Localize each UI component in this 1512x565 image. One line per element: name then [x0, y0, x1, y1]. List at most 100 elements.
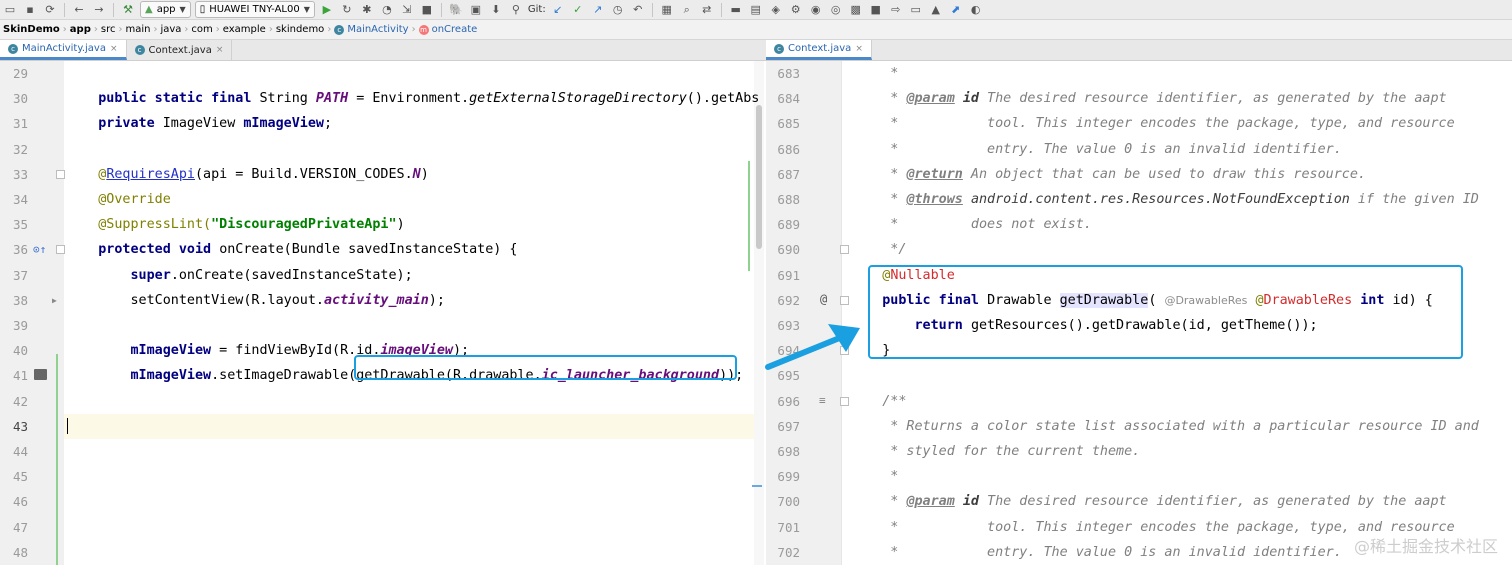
fold-marker[interactable]: [56, 169, 65, 179]
close-icon[interactable]: ×: [110, 44, 118, 54]
fold-arrow-icon[interactable]: ▶: [52, 296, 57, 305]
open-folder-icon[interactable]: ▭: [2, 2, 18, 18]
forward-arrow-icon[interactable]: →: [91, 2, 107, 18]
project-structure-icon[interactable]: ▦: [659, 2, 675, 18]
close-icon[interactable]: ×: [855, 44, 863, 54]
hammer-icon[interactable]: ⚒: [120, 2, 136, 18]
breadcrumb-label: java: [160, 24, 182, 35]
line-number: 29: [12, 66, 28, 81]
breadcrumb-item-skindemo[interactable]: skindemo: [273, 24, 327, 35]
breadcrumb-item-example[interactable]: example: [220, 24, 269, 35]
apply-changes-icon[interactable]: ↻: [339, 2, 355, 18]
plugin-icon-6[interactable]: ◎: [828, 2, 844, 18]
plugin-icon-11[interactable]: ▲: [928, 2, 944, 18]
line-number: 38: [12, 292, 28, 308]
line-number: 41: [12, 368, 28, 384]
left-scroll-thumb[interactable]: [756, 105, 762, 249]
image-preview-icon[interactable]: [34, 369, 47, 381]
fold-marker[interactable]: [840, 346, 849, 356]
line-number: 686: [777, 141, 800, 157]
line-number: 36: [12, 242, 28, 258]
run-config-dropdown[interactable]: ▲ app ▼: [140, 1, 191, 18]
left-tab-bar: c MainActivity.java × c Context.java ×: [0, 40, 766, 61]
code-line: * entry. The value 0 is an invalid ident…: [850, 540, 1342, 565]
tab-context-java[interactable]: c Context.java ×: [766, 40, 872, 60]
plugin-icon-13[interactable]: ◐: [968, 2, 984, 18]
breadcrumb-item-oncreate[interactable]: m onCreate: [416, 24, 481, 35]
plugin-icon-8[interactable]: ■: [868, 2, 884, 18]
breadcrumb-item-mainactivity[interactable]: c MainActivity: [331, 24, 411, 35]
plugin-icon-9[interactable]: ⇨: [888, 2, 904, 18]
plugin-icon-5[interactable]: ◉: [808, 2, 824, 18]
plugin-icon-4[interactable]: ⚙: [788, 2, 804, 18]
sdk-manager-icon[interactable]: ⬇: [488, 2, 504, 18]
breadcrumb-label: onCreate: [431, 24, 478, 35]
annotation-gutter-icon[interactable]: @: [820, 292, 827, 306]
breadcrumb-item-app[interactable]: app: [67, 24, 94, 35]
vcs-update-icon[interactable]: ↙: [550, 2, 566, 18]
vcs-push-icon[interactable]: ↗: [590, 2, 606, 18]
tab-mainactivity-java[interactable]: c MainActivity.java ×: [0, 40, 127, 60]
profile-icon[interactable]: ◔: [379, 2, 395, 18]
run-icon[interactable]: ▶: [319, 2, 335, 18]
device-dropdown[interactable]: ▯ HUAWEI TNY-AL00 ▼: [194, 1, 315, 18]
line-number: 695: [777, 368, 800, 384]
toolbar-divider: [113, 2, 114, 17]
debug-icon[interactable]: ✱: [359, 2, 375, 18]
line-number: 43: [12, 418, 28, 434]
line-number: 702: [777, 544, 800, 560]
avd-manager-icon[interactable]: ▣: [468, 2, 484, 18]
breadcrumb-item-src[interactable]: src: [98, 24, 119, 35]
left-editor[interactable]: 29 30 public static final String PATH = E…: [0, 61, 766, 565]
code-token: private: [66, 116, 163, 132]
rollback-icon[interactable]: ↶: [630, 2, 646, 18]
tab-context-java[interactable]: c Context.java ×: [127, 40, 233, 60]
plugin-icon-10[interactable]: ▭: [908, 2, 924, 18]
line-number: 696: [777, 393, 800, 409]
line-number: 37: [12, 267, 28, 283]
fold-marker[interactable]: [840, 295, 849, 305]
history-icon[interactable]: ◷: [610, 2, 626, 18]
fold-marker[interactable]: [840, 245, 849, 255]
back-arrow-icon[interactable]: ←: [71, 2, 87, 18]
plugin-icon-7[interactable]: ▩: [848, 2, 864, 18]
save-icon[interactable]: ▪: [22, 2, 38, 18]
code-token: protected void: [66, 242, 220, 258]
breadcrumb-item-skindemo[interactable]: SkinDemo: [0, 24, 63, 35]
line-number: 47: [12, 519, 28, 535]
breadcrumb-label: skindemo: [275, 24, 325, 35]
code-line: @Override: [66, 187, 171, 212]
plugin-icon-12[interactable]: ⬈: [948, 2, 964, 18]
fold-marker[interactable]: [56, 245, 65, 255]
attach-debugger-icon[interactable]: ⇲: [399, 2, 415, 18]
plugin-icon-1[interactable]: ▬: [728, 2, 744, 18]
code-line: * does not exist.: [850, 212, 1092, 237]
breadcrumb-item-main[interactable]: main: [122, 24, 153, 35]
vcs-commit-icon[interactable]: ✓: [570, 2, 586, 18]
gradle-sync-icon[interactable]: 🐘: [448, 2, 464, 18]
scroll-change-marker: [748, 161, 750, 271]
search-icon[interactable]: ⌕: [679, 2, 695, 18]
override-gutter-icon[interactable]: ⊙↑: [33, 243, 46, 256]
translate-icon[interactable]: ⇄: [699, 2, 715, 18]
plugin-icon-3[interactable]: ◈: [768, 2, 784, 18]
code-token: @: [66, 166, 107, 182]
stop-icon[interactable]: ■: [419, 2, 435, 18]
main-toolbar: ▭ ▪ ⟳ ← → ⚒ ▲ app ▼ ▯ HUAWEI TNY-AL00 ▼ …: [0, 0, 1512, 20]
javadoc-render-icon[interactable]: ≡: [819, 394, 826, 407]
line-number: 690: [777, 242, 800, 258]
line-number: 685: [777, 116, 800, 132]
code-token: android.content.res.Resources.NotFoundEx…: [970, 192, 1350, 207]
line-number: 33: [12, 166, 28, 182]
code-token: @param: [906, 494, 955, 510]
left-scrollbar[interactable]: [748, 61, 764, 565]
code-token: * entry. The value 0 is an invalid ident…: [850, 544, 1342, 560]
plugin-icon-2[interactable]: ▤: [748, 2, 764, 18]
sync-icon[interactable]: ⟳: [42, 2, 58, 18]
breadcrumb-item-java[interactable]: java: [157, 24, 184, 35]
close-icon[interactable]: ×: [216, 45, 224, 55]
layout-inspector-icon[interactable]: ⚲: [508, 2, 524, 18]
breadcrumb-item-com[interactable]: com: [188, 24, 215, 35]
fold-marker[interactable]: [840, 396, 849, 406]
